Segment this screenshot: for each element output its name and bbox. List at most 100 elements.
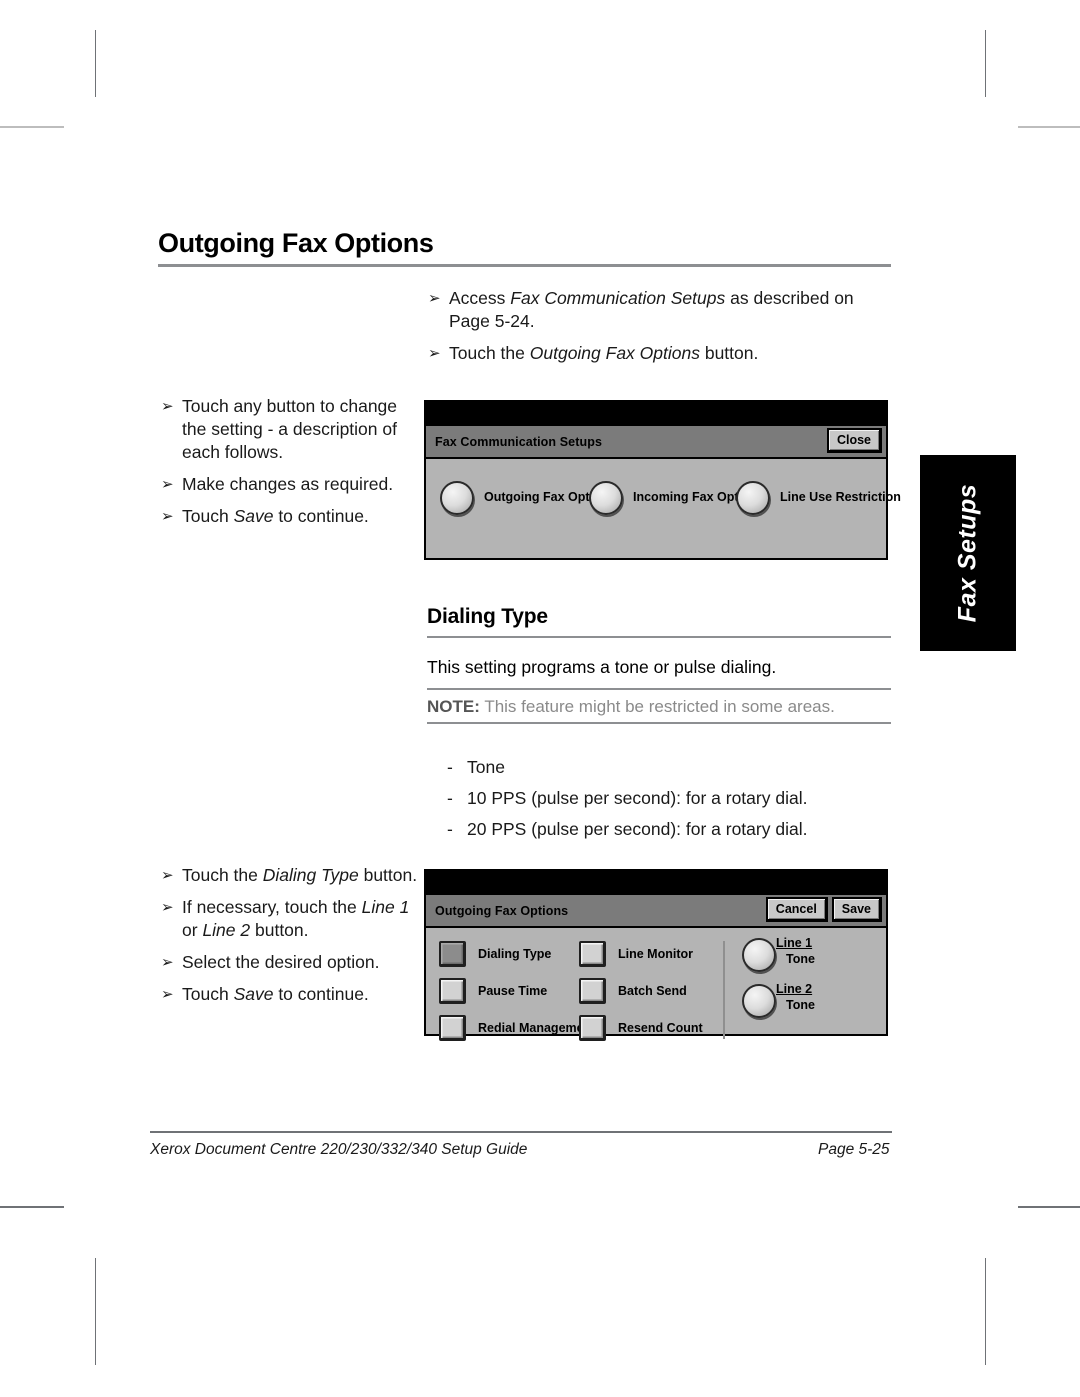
pause-time-button[interactable] (439, 978, 466, 1004)
line-2-value: Tone (786, 998, 815, 1012)
line-2-title: Line 2 (776, 982, 813, 996)
step-text-plain: Access (449, 288, 511, 308)
step-text-plain: Touch the (449, 343, 530, 363)
step-text-emphasis: Save (233, 506, 274, 526)
device-screen-title: Fax Communication Setups (435, 434, 603, 449)
step-text-plain: If necessary, touch the (182, 897, 362, 917)
step-text-plain: Touch (182, 984, 234, 1004)
step-text-emphasis: Outgoing Fax Options (529, 343, 700, 363)
crop-mark-bottom-left-horizontal (0, 1206, 64, 1208)
dialing-option-label: 10 PPS (pulse per second): for a rotary … (467, 788, 808, 808)
step-text-plain: Touch (182, 506, 234, 526)
step-text-emphasis: Fax Communication Setups (510, 288, 726, 308)
chevron-bullet-icon: ➢ (161, 867, 174, 884)
chevron-bullet-icon: ➢ (428, 290, 441, 307)
close-button[interactable]: Close (826, 428, 882, 453)
line-1-title: Line 1 (776, 936, 813, 950)
batch-send-label: Batch Send (618, 984, 687, 998)
resend-count-button[interactable] (579, 1015, 606, 1041)
line-1-round-button[interactable] (742, 938, 776, 972)
section-title-rule (427, 636, 891, 638)
list-item: ➢ Access Fax Communication Setups as desc… (427, 287, 887, 333)
device-titlebar-buttons: Cancel Save (765, 897, 882, 922)
note-block: NOTE: This feature might be restricted i… (427, 697, 835, 717)
footer-rule (150, 1131, 892, 1133)
incoming-fax-options-round-button[interactable] (589, 481, 623, 515)
list-item: ➢ Touch the Outgoing Fax Options button. (427, 342, 887, 365)
page-title: Outgoing Fax Options (158, 228, 434, 258)
list-item: -20 PPS (pulse per second): for a rotary… (447, 814, 897, 845)
list-item: - Tone (447, 752, 897, 783)
chevron-bullet-icon: ➢ (161, 398, 174, 415)
section-thumb-tab: Fax Setups (920, 455, 1016, 651)
batch-send-button[interactable] (579, 978, 606, 1004)
dialing-type-label: Dialing Type (478, 947, 552, 961)
step-text-tail: button. (699, 343, 759, 363)
redial-management-button[interactable] (439, 1015, 466, 1041)
list-item: ➢ Touch Save to continue. (160, 505, 422, 528)
step-text-tail: button. (358, 865, 418, 885)
list-item: -10 PPS (pulse per second): for a rotary… (447, 783, 897, 814)
device-screen-title: Outgoing Fax Options (435, 903, 569, 918)
device-screen-header-bar (426, 402, 886, 426)
device-screen-body: Outgoing Fax Options Incoming Fax Option… (426, 459, 901, 615)
note-label: NOTE: (427, 697, 480, 716)
step-text-tail: button. (250, 920, 309, 940)
step-text-plain: Select the desired option. (182, 952, 380, 972)
line-monitor-button[interactable] (579, 941, 606, 967)
dialing-option-list: - Tone -10 PPS (pulse per second): for a … (447, 752, 897, 845)
pause-time-label: Pause Time (478, 984, 548, 998)
list-item: ➢ If necessary, touch the Line 1 or Line … (160, 896, 428, 942)
page-title-rule (158, 264, 891, 267)
save-button[interactable]: Save (831, 897, 882, 922)
step-text-emphasis: Save (233, 984, 274, 1004)
crop-mark-top-left-horizontal (0, 126, 64, 128)
list-item: ➢ Select the desired option. (160, 951, 428, 974)
line-use-restriction-round-button[interactable] (736, 481, 770, 515)
crop-mark-bottom-right-vertical (985, 1258, 986, 1365)
device-screen-titlebar: Outgoing Fax Options Cancel Save (426, 895, 886, 928)
redial-management-label: Redial Management (478, 1021, 596, 1035)
chevron-bullet-icon: ➢ (161, 899, 174, 916)
dialing-type-button[interactable] (439, 941, 466, 967)
note-rule-top (427, 688, 891, 690)
step-text-emphasis-2: Line 2 (202, 920, 251, 940)
crop-mark-top-right-vertical (985, 30, 986, 97)
step-text-tail: to continue. (273, 506, 369, 526)
device-screen-body: Dialing Type Pause Time Redial Managemen… (426, 928, 886, 1091)
list-item: ➢ Touch any button to change the setting … (160, 395, 422, 464)
chevron-bullet-icon: ➢ (161, 508, 174, 525)
device-titlebar-buttons: Close (826, 428, 882, 453)
device-screen-titlebar: Fax Communication Setups Close (426, 426, 886, 459)
list-item: ➢ Make changes as required. (160, 473, 422, 496)
dialing-option-label: Tone (467, 757, 505, 777)
step-text-plain: Touch any button to change the setting -… (182, 396, 398, 462)
step-text-plain: Touch the (182, 865, 263, 885)
outgoing-fax-options-round-button[interactable] (440, 481, 474, 515)
device-screen-outgoing-fax-options: Outgoing Fax Options Cancel Save Dialing… (424, 869, 888, 1041)
section-lead-text: This setting programs a tone or pulse di… (427, 657, 777, 677)
footer-document-title: Xerox Document Centre 220/230/332/340 Se… (150, 1141, 528, 1158)
step-text-plain: Make changes as required. (182, 474, 394, 494)
footer-page-number: Page 5-25 (818, 1141, 890, 1158)
cancel-button[interactable]: Cancel (765, 897, 828, 922)
line-2-round-button[interactable] (742, 984, 776, 1018)
chevron-bullet-icon: ➢ (161, 986, 174, 1003)
list-item: ➢ Touch the Dialing Type button. (160, 864, 428, 887)
chevron-bullet-icon: ➢ (161, 954, 174, 971)
step-text-mid: or (182, 920, 203, 940)
section-title-dialing-type: Dialing Type (427, 605, 548, 628)
intro-step-list: ➢ Access Fax Communication Setups as desc… (427, 287, 887, 374)
section-thumb-tab-label: Fax Setups (953, 483, 982, 623)
note-rule-bottom (427, 722, 891, 724)
line-1-value: Tone (786, 952, 815, 966)
manual-page: Outgoing Fax Options ➢ Access Fax Communi… (0, 0, 1080, 1397)
dash-bullet-icon: - (447, 788, 453, 808)
line-monitor-label: Line Monitor (618, 947, 693, 961)
crop-mark-bottom-left-vertical (95, 1258, 96, 1365)
device-screen-header-bar (426, 871, 886, 895)
dialing-option-label: 20 PPS (pulse per second): for a rotary … (467, 819, 808, 839)
chevron-bullet-icon: ➢ (428, 345, 441, 362)
step-text-emphasis: Line 1 (361, 897, 410, 917)
crop-mark-bottom-right-horizontal (1018, 1206, 1080, 1208)
